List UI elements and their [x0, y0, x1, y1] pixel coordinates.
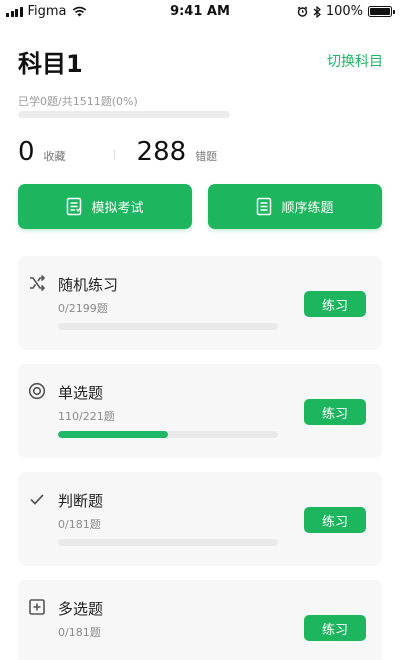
card-count: 0/181题 — [58, 518, 101, 531]
wrong-label[interactable]: 错题 — [195, 148, 217, 164]
status-right: 100% — [297, 4, 395, 19]
check-icon — [30, 494, 44, 505]
alarm-icon — [297, 6, 308, 17]
mock-exam-button[interactable]: 模拟考试 — [18, 184, 192, 229]
exam-paper-icon — [67, 197, 82, 216]
bluetooth-icon — [313, 5, 321, 18]
practice-button[interactable]: 练习 — [304, 291, 366, 317]
practice-button[interactable]: 练习 — [304, 615, 366, 641]
card-title: 判断题 — [58, 492, 104, 510]
practice-button[interactable]: 练习 — [304, 399, 366, 425]
card-title: 单选题 — [58, 384, 104, 402]
switch-subject-link[interactable]: 切换科目 — [327, 51, 383, 71]
battery-percent: 100% — [325, 4, 363, 19]
shuffle-icon — [30, 274, 46, 292]
card-progress-bar — [58, 539, 278, 546]
page-title: 科目1 — [18, 50, 83, 78]
list-document-icon — [257, 197, 272, 216]
stats-divider — [113, 150, 115, 160]
practice-card-multiple-choice[interactable]: 多选题 0/181题 练习 — [18, 580, 382, 660]
learned-progress-text: 已学0题/共1511题(0%) — [18, 95, 138, 108]
card-progress-fill — [58, 431, 168, 438]
sequential-practice-label: 顺序练题 — [281, 201, 334, 216]
battery-icon — [368, 6, 395, 17]
overall-progress-bar — [18, 111, 230, 118]
plus-square-icon — [29, 599, 45, 615]
mock-exam-label: 模拟考试 — [91, 201, 144, 216]
practice-button[interactable]: 练习 — [304, 507, 366, 533]
stats-row: 0 收藏 288 错题 — [18, 137, 217, 167]
card-progress-bar — [58, 431, 278, 438]
status-bar: Figma 9:41 AM 100% — [0, 0, 400, 24]
practice-card-single-choice[interactable]: 单选题 110/221题 练习 — [18, 364, 382, 458]
favorites-label[interactable]: 收藏 — [44, 148, 66, 164]
practice-card-true-false[interactable]: 判断题 0/181题 练习 — [18, 472, 382, 566]
card-count: 0/181题 — [58, 626, 101, 639]
card-count: 110/221题 — [58, 410, 115, 423]
card-title: 多选题 — [58, 600, 104, 618]
card-count: 0/2199题 — [58, 302, 108, 315]
wrong-count[interactable]: 288 — [137, 137, 187, 167]
card-title: 随机练习 — [58, 276, 119, 294]
favorites-count[interactable]: 0 — [18, 137, 35, 167]
sequential-practice-button[interactable]: 顺序练题 — [208, 184, 382, 229]
card-progress-bar — [58, 323, 278, 330]
practice-card-random[interactable]: 随机练习 0/2199题 练习 — [18, 256, 382, 350]
radio-icon — [28, 382, 46, 400]
